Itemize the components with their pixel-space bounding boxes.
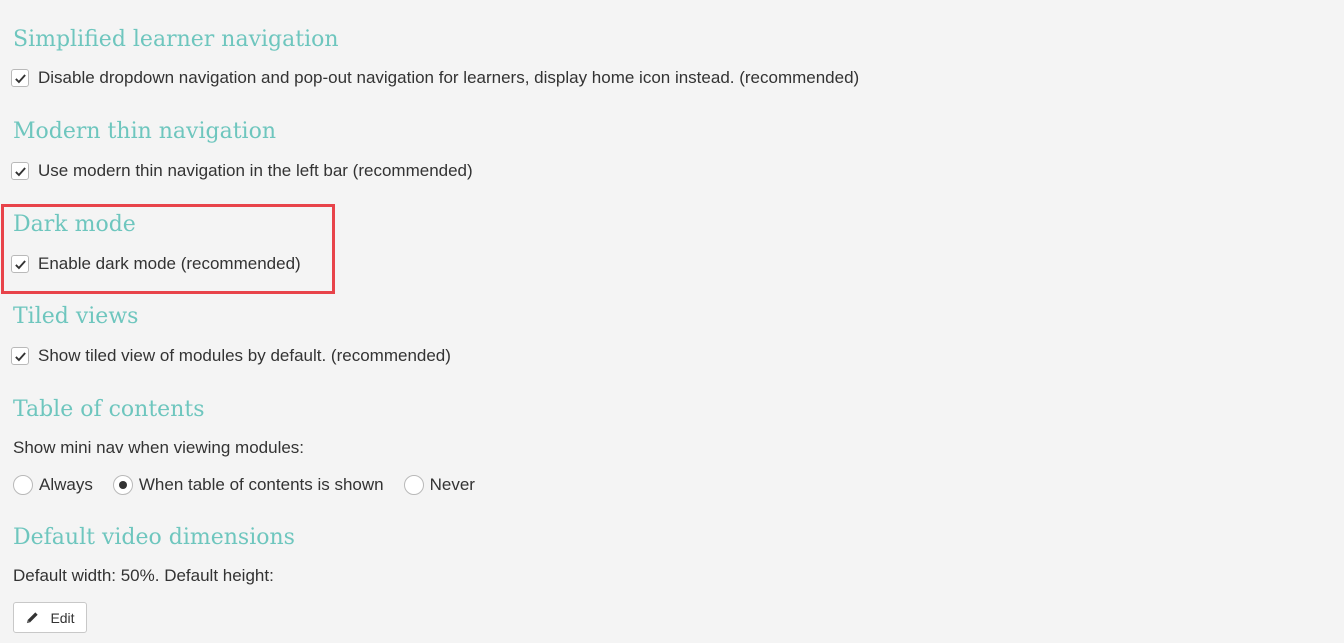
modern-thin-navigation-title: Modern thin navigation (13, 119, 277, 144)
mini-nav-option-never[interactable]: Never (403, 474, 475, 496)
video-dimensions-title: Default video dimensions (13, 525, 295, 550)
checkmark-icon (14, 259, 26, 269)
modern-thin-navigation-checkbox[interactable] (11, 162, 29, 180)
simplified-navigation-option[interactable]: Disable dropdown navigation and pop-out … (11, 67, 859, 89)
radio-when-shown[interactable] (112, 475, 133, 495)
tiled-views-option[interactable]: Show tiled view of modules by default. (… (11, 345, 451, 367)
radio-always-label: Always (39, 475, 93, 494)
simplified-navigation-checkbox[interactable] (11, 69, 29, 87)
dark-mode-title: Dark mode (13, 212, 136, 237)
checkmark-icon (14, 73, 26, 83)
dark-mode-label: Enable dark mode (recommended) (38, 254, 301, 273)
radio-never[interactable] (403, 475, 424, 495)
edit-button-label: Edit (50, 609, 75, 626)
radio-never-label: Never (429, 475, 475, 494)
dark-mode-checkbox[interactable] (11, 255, 29, 273)
radio-when-shown-label: When table of contents is shown (138, 475, 384, 494)
video-dimensions-description: Default width: 50%. Default height: (13, 566, 274, 585)
mini-nav-option-always[interactable]: Always (13, 474, 93, 496)
edit-button[interactable]: Edit (13, 602, 87, 633)
tiled-views-label: Show tiled view of modules by default. (… (38, 346, 451, 365)
table-of-contents-title: Table of contents (13, 397, 205, 422)
modern-thin-navigation-label: Use modern thin navigation in the left b… (38, 161, 473, 180)
simplified-navigation-title: Simplified learner navigation (13, 27, 339, 52)
checkmark-icon (14, 351, 26, 361)
radio-always[interactable] (13, 475, 33, 495)
checkmark-icon (14, 166, 26, 176)
modern-thin-navigation-option[interactable]: Use modern thin navigation in the left b… (11, 160, 473, 182)
radio-selected-dot (118, 481, 127, 489)
dark-mode-option[interactable]: Enable dark mode (recommended) (11, 253, 301, 275)
tiled-views-title: Tiled views (13, 304, 139, 329)
mini-nav-description: Show mini nav when viewing modules: (13, 438, 305, 457)
tiled-views-checkbox[interactable] (11, 347, 29, 365)
mini-nav-radio-group: Always When table of contents is shown N… (13, 474, 495, 496)
settings-page: Simplified learner navigation Disable dr… (0, 0, 1344, 643)
pencil-icon (25, 610, 40, 625)
mini-nav-option-when-shown[interactable]: When table of contents is shown (112, 474, 384, 496)
simplified-navigation-label: Disable dropdown navigation and pop-out … (38, 68, 860, 87)
